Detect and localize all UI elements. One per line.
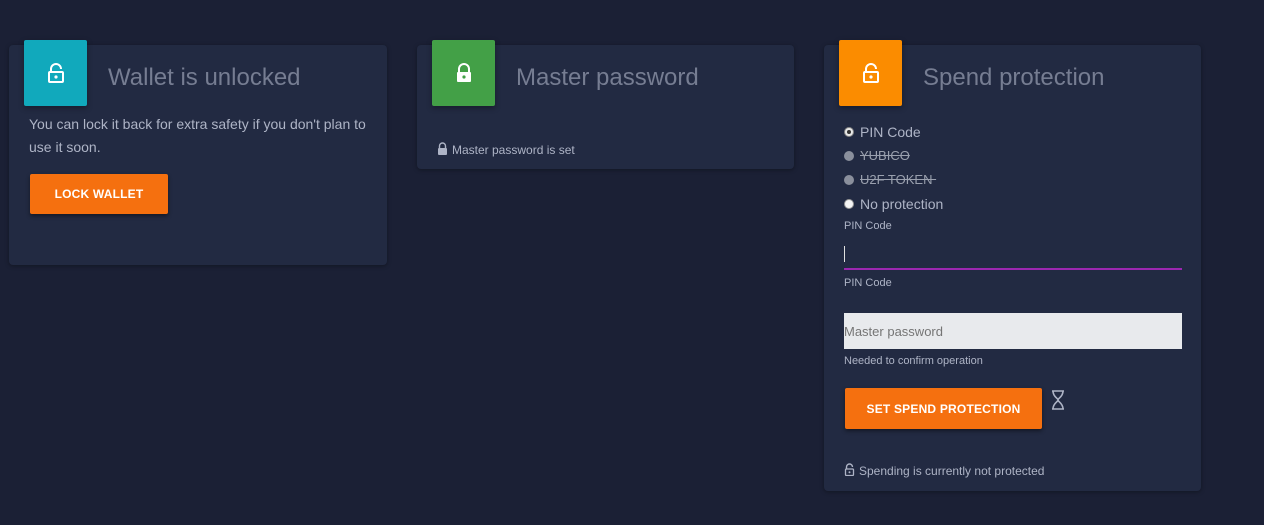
spend-card-icon-box bbox=[839, 40, 902, 106]
spend-card-title: Spend protection bbox=[923, 64, 1105, 91]
radio-button bbox=[844, 150, 854, 161]
radio-label: PIN Code bbox=[860, 124, 921, 140]
lock-open-icon bbox=[47, 63, 64, 83]
radio-u2f-token: U2F TOKEN bbox=[844, 172, 936, 187]
radio-label: U2F TOKEN bbox=[860, 172, 937, 187]
radio-button[interactable] bbox=[844, 127, 854, 137]
wallet-card-description: You can lock it back for extra safety if… bbox=[29, 116, 366, 155]
radio-button[interactable] bbox=[844, 199, 854, 209]
wallet-card: Wallet is unlocked You can lock it back … bbox=[9, 40, 387, 265]
spend-protection-status: Spending is currently not protected bbox=[844, 463, 1044, 478]
set-spend-protection-button[interactable]: SET SPEND PROTECTION bbox=[845, 388, 1042, 429]
radio-no-protection[interactable]: No protection bbox=[844, 196, 943, 212]
spend-protection-card: Spend protection PIN Code YUBICO U2F TOK… bbox=[824, 40, 1201, 491]
hourglass-icon bbox=[1052, 390, 1064, 410]
radio-button bbox=[844, 174, 854, 185]
lock-open-icon bbox=[862, 63, 879, 83]
lock-open-icon bbox=[844, 463, 855, 476]
wallet-card-title: Wallet is unlocked bbox=[108, 64, 301, 91]
master-password-helper: Needed to confirm operation bbox=[844, 355, 983, 367]
pin-code-input[interactable] bbox=[844, 238, 1182, 270]
lock-wallet-button[interactable]: LOCK WALLET bbox=[30, 174, 168, 214]
master-card-title: Master password bbox=[516, 64, 699, 91]
text-cursor bbox=[844, 246, 845, 262]
radio-yubico: YUBICO bbox=[844, 148, 910, 163]
radio-label: No protection bbox=[860, 196, 944, 212]
lock-icon bbox=[456, 63, 471, 82]
lock-icon bbox=[438, 142, 447, 155]
master-card-icon-box bbox=[432, 40, 495, 106]
radio-pin-code[interactable]: PIN Code bbox=[844, 124, 921, 140]
wallet-card-icon-box bbox=[24, 40, 87, 106]
master-password-status-text: Master password is set bbox=[452, 143, 575, 157]
spend-protection-status-text: Spending is currently not protected bbox=[859, 464, 1045, 478]
radio-label: YUBICO bbox=[860, 148, 910, 163]
pin-code-helper: PIN Code bbox=[844, 277, 892, 289]
master-password-status: Master password is set bbox=[437, 142, 575, 157]
master-password-input[interactable] bbox=[844, 313, 1182, 349]
pin-code-label: PIN Code bbox=[844, 220, 892, 232]
master-password-card: Master password Master password is set bbox=[417, 40, 794, 169]
